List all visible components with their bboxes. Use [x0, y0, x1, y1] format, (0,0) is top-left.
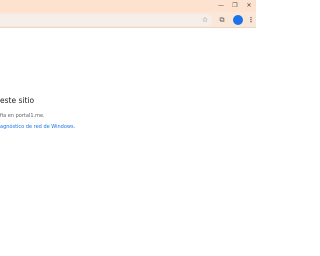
close-icon: ✕: [246, 2, 252, 9]
minimize-button[interactable]: —: [214, 0, 228, 12]
restore-icon: ❐: [232, 2, 238, 9]
minimize-icon: —: [218, 2, 224, 9]
restore-button[interactable]: ❐: [228, 0, 242, 12]
close-button[interactable]: ✕: [242, 0, 256, 12]
star-icon[interactable]: ☆: [200, 14, 210, 26]
extensions-icon[interactable]: ⧉: [217, 15, 227, 25]
address-bar[interactable]: ☆: [0, 14, 212, 26]
error-heading: este sitio: [0, 96, 35, 105]
window-controls: — ❐ ✕: [214, 0, 256, 12]
diagnostic-link[interactable]: agnóstico de red de Windows.: [0, 124, 75, 130]
browser-toolbar: ☆ ⧉ ⋮: [0, 12, 256, 28]
profile-avatar[interactable]: [233, 15, 243, 25]
title-bar: — ❐ ✕: [0, 0, 256, 12]
error-page: este sitio fia en portal1.me. agnóstico …: [0, 29, 256, 256]
more-menu-icon[interactable]: ⋮: [246, 15, 256, 25]
error-description: fia en portal1.me.: [0, 113, 45, 119]
